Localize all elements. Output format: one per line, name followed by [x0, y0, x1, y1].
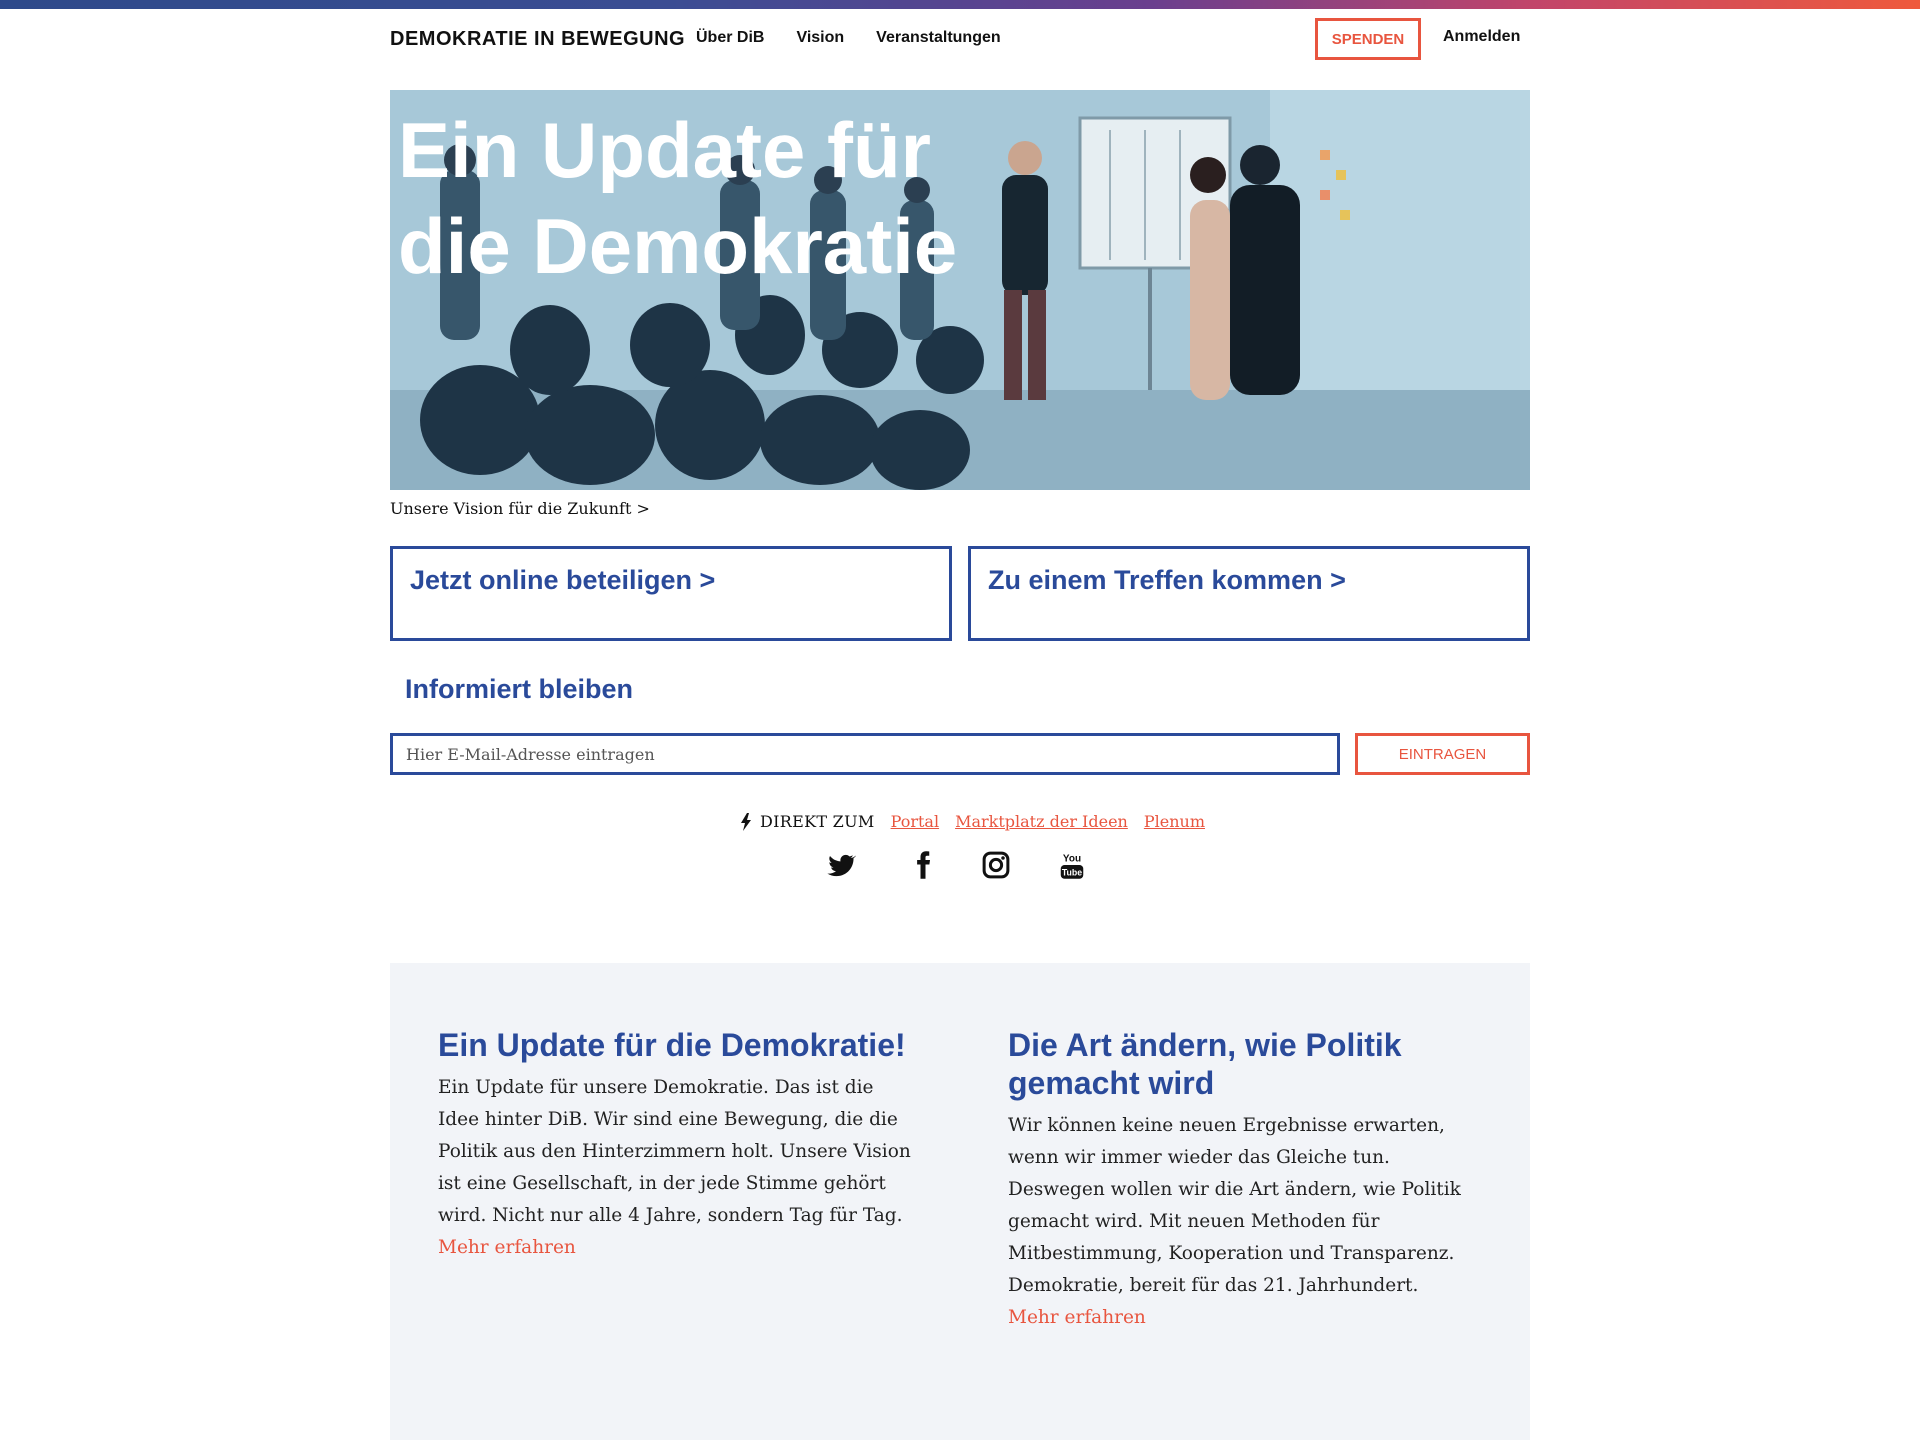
newsletter-heading: Informiert bleiben [405, 674, 634, 704]
link-portal[interactable]: Portal [891, 812, 939, 831]
twitter-icon[interactable] [826, 850, 857, 880]
info-column-update: Ein Update für die Demokratie! Ein Updat… [438, 1026, 918, 1264]
svg-text:You: You [1063, 853, 1081, 864]
instagram-icon[interactable] [981, 850, 1011, 880]
link-marktplatz[interactable]: Marktplatz der Ideen [955, 812, 1128, 831]
info-column-politics: Die Art ändern, wie Politik gemacht wird… [1008, 1026, 1488, 1334]
nav-item-ueber-dib[interactable]: Über DiB [696, 29, 764, 47]
info-title-politics: Die Art ändern, wie Politik gemacht wird [1008, 1027, 1402, 1101]
nav-item-vision[interactable]: Vision [796, 29, 844, 47]
lightning-icon [741, 812, 751, 831]
main-nav: Über DiB Vision Veranstaltungen [696, 29, 1001, 47]
cta-meeting-label: Zu einem Treffen kommen > [988, 565, 1346, 595]
link-plenum[interactable]: Plenum [1144, 812, 1205, 831]
email-input[interactable] [390, 733, 1340, 775]
direct-label-text: DIREKT ZUM [760, 812, 875, 831]
more-link-update[interactable]: Mehr erfahren [438, 1232, 576, 1264]
login-link[interactable]: Anmelden [1443, 28, 1520, 46]
brand-logo-text[interactable]: DEMOKRATIE IN BEWEGUNG [390, 28, 685, 51]
hero-title-line-2: die Demokratie [398, 202, 958, 290]
nav-item-veranstaltungen[interactable]: Veranstaltungen [876, 29, 1000, 47]
info-title-update: Ein Update für die Demokratie! [438, 1027, 906, 1063]
hero-banner: Ein Update für die Demokratie [390, 90, 1530, 490]
cta-attend-meeting[interactable]: Zu einem Treffen kommen > [968, 546, 1530, 641]
info-panel: Ein Update für die Demokratie! Ein Updat… [390, 963, 1530, 1440]
svg-text:Tube: Tube [1062, 868, 1082, 878]
info-text-update: Ein Update für unsere Demokratie. Das is… [438, 1077, 911, 1226]
subscribe-button[interactable]: EINTRAGEN [1355, 733, 1530, 775]
more-link-politics[interactable]: Mehr erfahren [1008, 1302, 1146, 1334]
direct-label: DIREKT ZUM [740, 812, 875, 831]
direct-links: DIREKT ZUM Portal Marktplatz der Ideen P… [740, 812, 1205, 831]
cta-online-label: Jetzt online beteiligen > [410, 565, 716, 595]
vision-link[interactable]: Unsere Vision für die Zukunft > [390, 499, 650, 518]
facebook-icon[interactable] [908, 850, 938, 880]
donate-button[interactable]: SPENDEN [1315, 18, 1421, 60]
gradient-top-bar [0, 0, 1920, 9]
hero-title: Ein Update für die Demokratie [398, 102, 957, 294]
hero-title-line-1: Ein Update für [398, 106, 932, 194]
info-text-politics: Wir können keine neuen Ergebnisse erwart… [1008, 1115, 1461, 1296]
youtube-icon[interactable]: You Tube [1057, 850, 1087, 880]
site-header: DEMOKRATIE IN BEWEGUNG Über DiB Vision V… [390, 18, 1530, 60]
cta-online-participate[interactable]: Jetzt online beteiligen > [390, 546, 952, 641]
